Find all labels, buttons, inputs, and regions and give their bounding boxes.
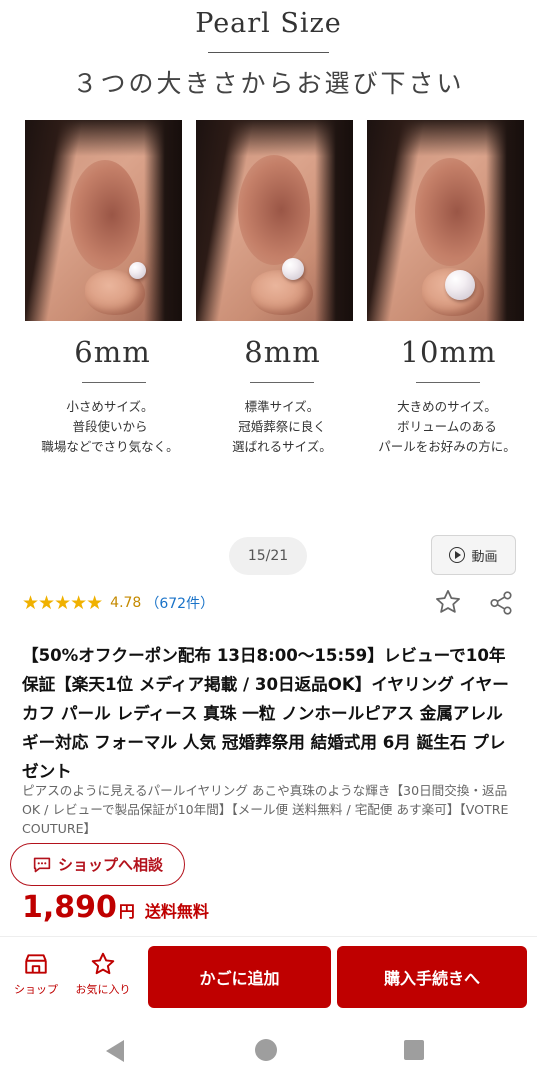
ear-photo-8mm <box>196 120 353 321</box>
size-description-6mm: 小さめサイズ。 普段使いから 職場などでさり気なく。 <box>20 397 200 457</box>
product-image[interactable]: Pearl Size ３つの大きさからお選び下さい 6mm 8mm 10mm 小… <box>0 0 537 520</box>
price-row: 1,890 円 送料無料 <box>22 890 209 925</box>
shop-label: ショップ <box>14 983 58 996</box>
back-icon[interactable] <box>106 1040 124 1062</box>
size-divider <box>250 382 314 383</box>
desc-line: 選ばれるサイズ。 <box>232 439 332 454</box>
promo-title: Pearl Size <box>195 8 342 39</box>
promo-divider <box>208 52 329 53</box>
chat-bubble-icon <box>33 857 51 872</box>
size-divider <box>82 382 146 383</box>
system-nav-bar <box>0 1018 537 1080</box>
desc-line: 職場などでさり気なく。 <box>41 439 179 454</box>
star-outline-icon[interactable] <box>434 588 462 616</box>
ear-photo-6mm <box>25 120 182 321</box>
recent-apps-icon[interactable] <box>404 1040 424 1060</box>
ear-photo-10mm <box>367 120 524 321</box>
checkout-button[interactable]: 購入手続きへ <box>337 946 527 1008</box>
size-label-6mm: 6mm <box>74 335 151 369</box>
image-counter: 15/21 <box>229 537 307 575</box>
pearl-10mm <box>445 270 475 300</box>
star-icon <box>91 952 115 975</box>
favorite-label: お気に入り <box>75 983 131 996</box>
rating-summary[interactable]: ★★★★★ 4.78 （672件） <box>22 592 214 614</box>
desc-line: パールをお好みの方に。 <box>378 439 516 454</box>
price-currency: 円 <box>118 902 135 921</box>
shop-icon <box>25 954 47 974</box>
product-catchcopy: ピアスのように見えるパールイヤリング あこや真珠のような輝き【30日間交換・返品… <box>22 783 509 836</box>
promo-subtitle: ３つの大きさからお選び下さい <box>72 69 465 98</box>
bottom-action-bar: ショップ お気に入り かごに追加 購入手続きへ <box>0 936 537 1018</box>
shop-button[interactable]: ショップ <box>6 951 66 997</box>
size-label-10mm: 10mm <box>400 335 497 369</box>
pearl-8mm <box>282 258 304 280</box>
shipping-badge: 送料無料 <box>144 902 209 921</box>
consult-label: ショップへ相談 <box>57 856 163 874</box>
desc-line: ボリュームのある <box>397 419 497 434</box>
rating-stars-icon: ★★★★★ <box>22 592 103 614</box>
video-button[interactable]: 動画 <box>431 535 516 575</box>
rating-score: 4.78 <box>110 595 142 611</box>
pearl-6mm <box>129 262 146 279</box>
price-value: 1,890 <box>22 890 117 925</box>
review-count-link[interactable]: （672件） <box>145 593 214 613</box>
add-to-cart-button[interactable]: かごに追加 <box>148 946 331 1008</box>
desc-line: 小さめサイズ。 <box>66 399 154 414</box>
desc-line: 普段使いから <box>72 419 148 434</box>
desc-line: 冠婚葬祭に良く <box>238 419 326 434</box>
home-icon[interactable] <box>255 1039 277 1061</box>
size-description-10mm: 大きめのサイズ。 ボリュームのある パールをお好みの方に。 <box>357 397 537 457</box>
favorite-button[interactable]: お気に入り <box>73 951 133 997</box>
size-label-8mm: 8mm <box>244 335 321 369</box>
play-icon <box>449 547 466 563</box>
product-title: 【50%オフクーポン配布 13日8:00～15:59】レビューで10年保証【楽天… <box>22 646 509 781</box>
desc-line: 標準サイズ。 <box>244 399 320 414</box>
share-icon[interactable] <box>488 590 514 616</box>
video-button-label: 動画 <box>471 549 498 565</box>
desc-line: 大きめのサイズ。 <box>397 399 497 414</box>
size-divider <box>416 382 480 383</box>
size-description-8mm: 標準サイズ。 冠婚葬祭に良く 選ばれるサイズ。 <box>192 397 372 457</box>
shop-consult-button[interactable]: ショップへ相談 <box>10 843 185 886</box>
